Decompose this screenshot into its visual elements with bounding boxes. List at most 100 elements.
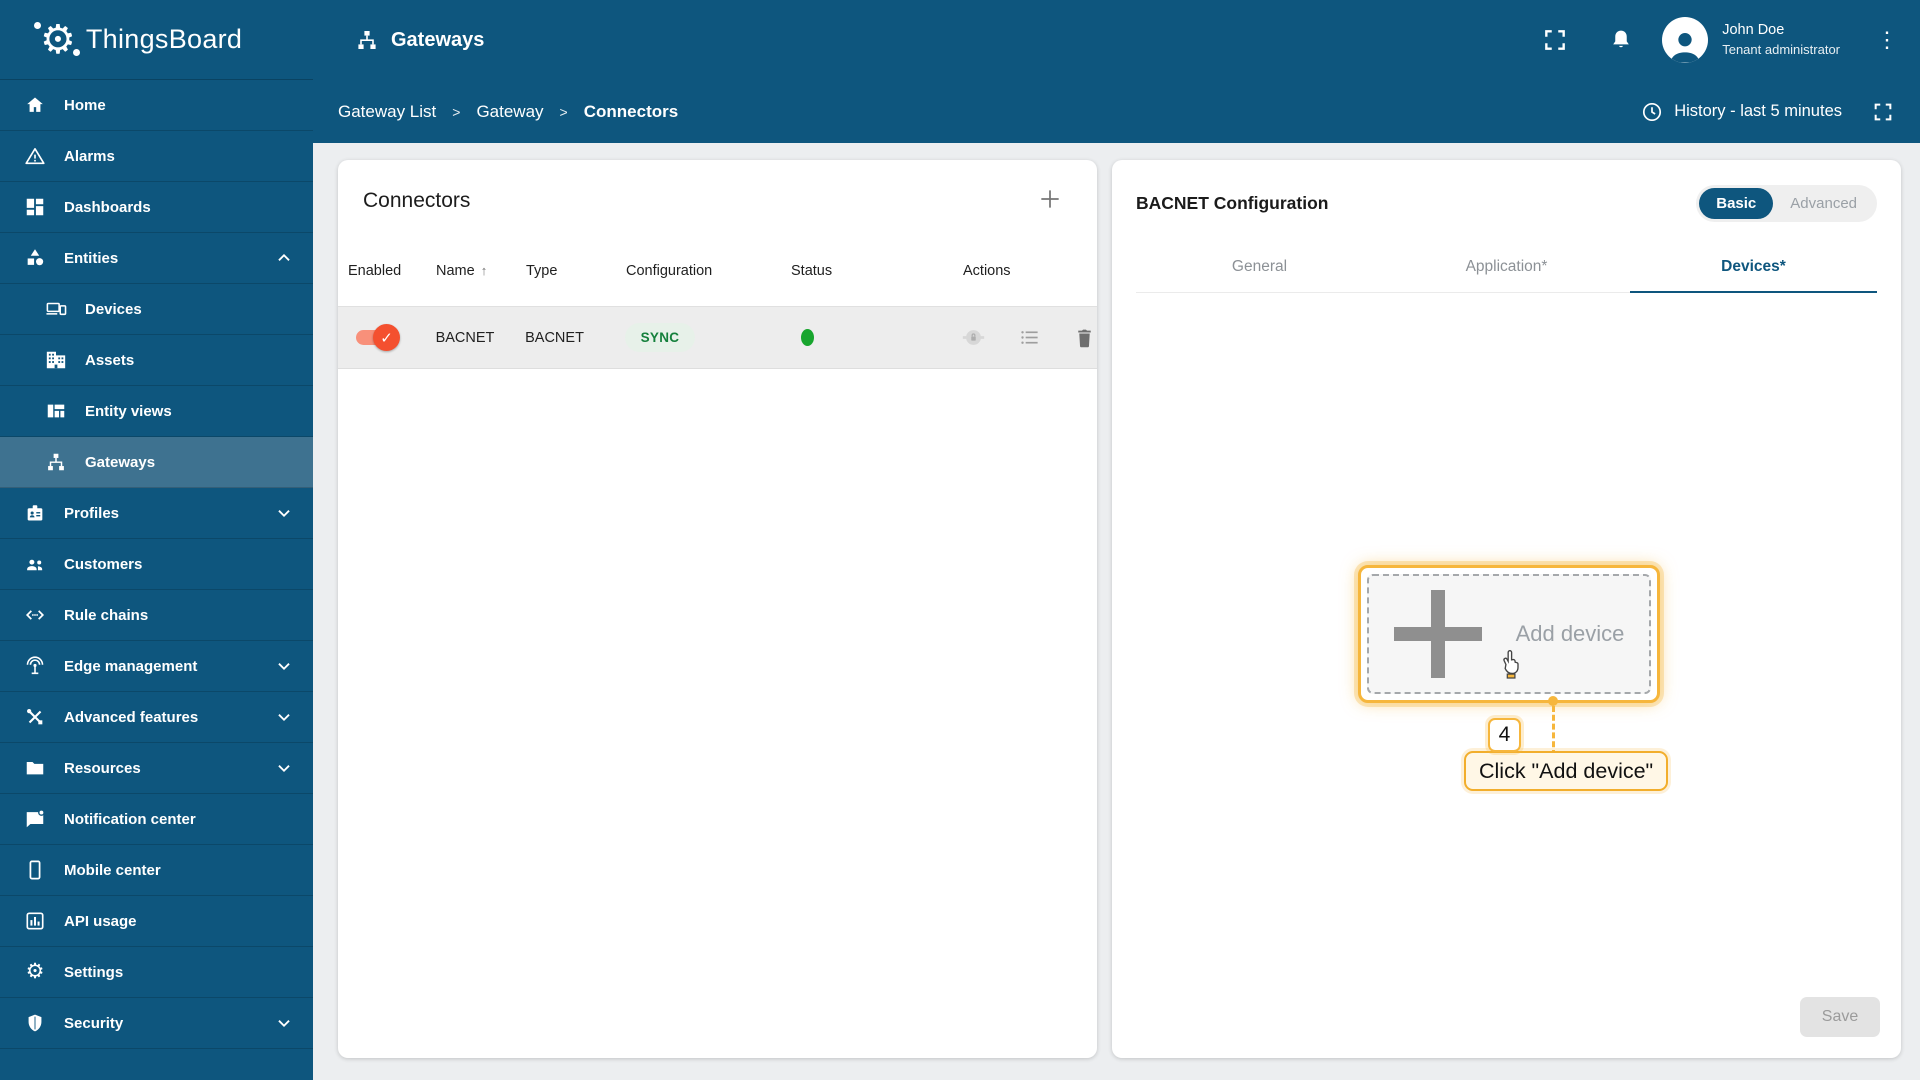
column-enabled: Enabled bbox=[348, 262, 402, 279]
breadcrumb: Gateway List > Gateway > Connectors bbox=[338, 102, 678, 122]
profiles-icon bbox=[23, 501, 47, 525]
bell-icon bbox=[1613, 30, 1630, 48]
settings-icon: ⚙ bbox=[25, 960, 45, 983]
enabled-toggle[interactable]: ✓ bbox=[356, 324, 400, 351]
user-info[interactable]: John Doe Tenant administrator bbox=[1722, 21, 1840, 58]
gateways-icon bbox=[44, 450, 68, 474]
app-title: ThingsBoard bbox=[85, 24, 243, 54]
configuration-badge: SYNC bbox=[624, 323, 696, 352]
column-type: Type bbox=[526, 262, 558, 279]
advanced-features-icon bbox=[23, 705, 47, 729]
sidebar-item-api-usage[interactable]: API usage bbox=[0, 896, 313, 947]
tab-general[interactable]: General bbox=[1136, 244, 1383, 293]
rule-chains-icon bbox=[23, 603, 47, 627]
security-icon bbox=[23, 1011, 47, 1035]
tab-devices[interactable]: Devices* bbox=[1630, 244, 1877, 293]
app-logo[interactable]: ⚙ ThingsBoard bbox=[0, 0, 313, 80]
connectors-card: Connectors Enabled Name ↑ Type Configurat… bbox=[338, 160, 1097, 1058]
sidebar-item-edge-management[interactable]: Edge management bbox=[0, 641, 313, 692]
edge-management-icon bbox=[23, 654, 47, 678]
connector-row-bacnet[interactable]: ✓ BACNET BACNET SYNC bbox=[338, 307, 1097, 369]
add-device-label: Add device bbox=[1515, 621, 1625, 646]
panel-fullscreen-button[interactable] bbox=[1872, 101, 1894, 123]
chevron-down-icon bbox=[273, 1012, 295, 1034]
fullscreen-button[interactable] bbox=[1542, 27, 1568, 53]
mode-toggle: Basic Advanced bbox=[1696, 185, 1877, 222]
sidebar-item-advanced-features[interactable]: Advanced features bbox=[0, 692, 313, 743]
mode-advanced-button[interactable]: Advanced bbox=[1773, 188, 1874, 219]
table-header: Enabled Name ↑ Type Configuration Status … bbox=[338, 235, 1097, 307]
save-button[interactable]: Save bbox=[1800, 997, 1880, 1037]
home-icon bbox=[23, 93, 47, 117]
clock-icon bbox=[1643, 102, 1662, 121]
sidebar-item-assets[interactable]: Assets bbox=[0, 335, 313, 386]
avatar[interactable] bbox=[1662, 17, 1709, 63]
rpc-button[interactable] bbox=[960, 324, 987, 351]
column-name[interactable]: Name ↑ bbox=[436, 263, 526, 279]
sidebar-item-dashboards[interactable]: Dashboards bbox=[0, 182, 313, 233]
sidebar-item-gateways[interactable]: Gateways bbox=[0, 437, 313, 488]
page-title: Gateways bbox=[355, 28, 484, 52]
sidebar-item-rule-chains[interactable]: Rule chains bbox=[0, 590, 313, 641]
top-bar: Gateways John Doe Tenant administrator ⋮ bbox=[313, 0, 1920, 80]
sidebar-item-home[interactable]: Home bbox=[0, 80, 313, 131]
sidebar-item-security[interactable]: Security bbox=[0, 998, 313, 1049]
annotation-connector-line bbox=[1552, 706, 1555, 756]
sidebar-item-customers[interactable]: Customers bbox=[0, 539, 313, 590]
sidebar-item-notification-center[interactable]: Notification center bbox=[0, 794, 313, 845]
thingsboard-logo-icon: ⚙ bbox=[34, 20, 80, 60]
sidebar-item-devices[interactable]: Devices bbox=[0, 284, 313, 335]
more-menu-button[interactable]: ⋮ bbox=[1876, 27, 1898, 53]
breadcrumb-gateway[interactable]: Gateway bbox=[476, 102, 543, 122]
fullscreen-icon bbox=[1545, 30, 1566, 50]
user-name: John Doe bbox=[1722, 22, 1785, 39]
sidebar: ⚙ ThingsBoard Home Alarms Dashboards Ent… bbox=[0, 0, 313, 1080]
sidebar-item-profiles[interactable]: Profiles bbox=[0, 488, 313, 539]
column-configuration: Configuration bbox=[626, 262, 713, 279]
sidebar-item-mobile-center[interactable]: Mobile center bbox=[0, 845, 313, 896]
notifications-button[interactable] bbox=[1608, 27, 1634, 53]
chevron-down-icon bbox=[273, 706, 295, 728]
mobile-center-icon bbox=[23, 858, 47, 882]
annotation-label: Click "Add device" bbox=[1464, 751, 1669, 791]
breadcrumb-gateway-list[interactable]: Gateway List bbox=[338, 102, 436, 122]
delete-button[interactable] bbox=[1072, 325, 1097, 350]
assets-icon bbox=[44, 348, 68, 372]
entities-icon bbox=[23, 246, 47, 270]
add-connector-button[interactable] bbox=[1037, 186, 1063, 215]
history-range-button[interactable]: History - last 5 minutes bbox=[1640, 100, 1842, 124]
sidebar-item-alarms[interactable]: Alarms bbox=[0, 131, 313, 182]
resources-icon bbox=[23, 756, 47, 780]
alarm-icon bbox=[23, 144, 47, 168]
logs-button[interactable] bbox=[1017, 325, 1042, 350]
trash-icon bbox=[1078, 329, 1091, 348]
plus-icon bbox=[1041, 190, 1059, 208]
sidebar-item-resources[interactable]: Resources bbox=[0, 743, 313, 794]
sort-asc-icon: ↑ bbox=[480, 263, 488, 278]
gateways-icon bbox=[358, 31, 376, 49]
breadcrumb-bar: Gateway List > Gateway > Connectors Hist… bbox=[313, 80, 1920, 143]
bacnet-configuration-panel: BACNET Configuration Basic Advanced Gene… bbox=[1112, 160, 1901, 1058]
tab-application[interactable]: Application* bbox=[1383, 244, 1630, 293]
mode-basic-button[interactable]: Basic bbox=[1699, 188, 1774, 219]
sidebar-item-settings[interactable]: ⚙ Settings bbox=[0, 947, 313, 998]
breadcrumb-connectors: Connectors bbox=[583, 101, 679, 121]
devices-icon bbox=[44, 297, 68, 321]
config-tabs: General Application* Devices* bbox=[1136, 244, 1877, 293]
toggle-check-icon: ✓ bbox=[373, 324, 400, 351]
panel-title: BACNET Configuration bbox=[1136, 193, 1329, 213]
sidebar-nav: Home Alarms Dashboards Entities Devices … bbox=[0, 80, 313, 1049]
sidebar-item-entities[interactable]: Entities bbox=[0, 233, 313, 284]
content-area: Connectors Enabled Name ↑ Type Configurat… bbox=[313, 143, 1920, 1080]
user-icon bbox=[1671, 33, 1700, 63]
user-role: Tenant administrator bbox=[1722, 42, 1840, 57]
breadcrumb-separator: > bbox=[559, 103, 568, 120]
chevron-down-icon bbox=[273, 757, 295, 779]
chevron-down-icon bbox=[273, 502, 295, 524]
connector-type: BACNET bbox=[525, 329, 584, 346]
connectors-title: Connectors bbox=[363, 188, 471, 212]
rpc-lock-icon bbox=[962, 330, 985, 345]
sidebar-item-entity-views[interactable]: Entity views bbox=[0, 386, 313, 437]
chevron-down-icon bbox=[273, 655, 295, 677]
connector-name: BACNET bbox=[435, 329, 495, 346]
